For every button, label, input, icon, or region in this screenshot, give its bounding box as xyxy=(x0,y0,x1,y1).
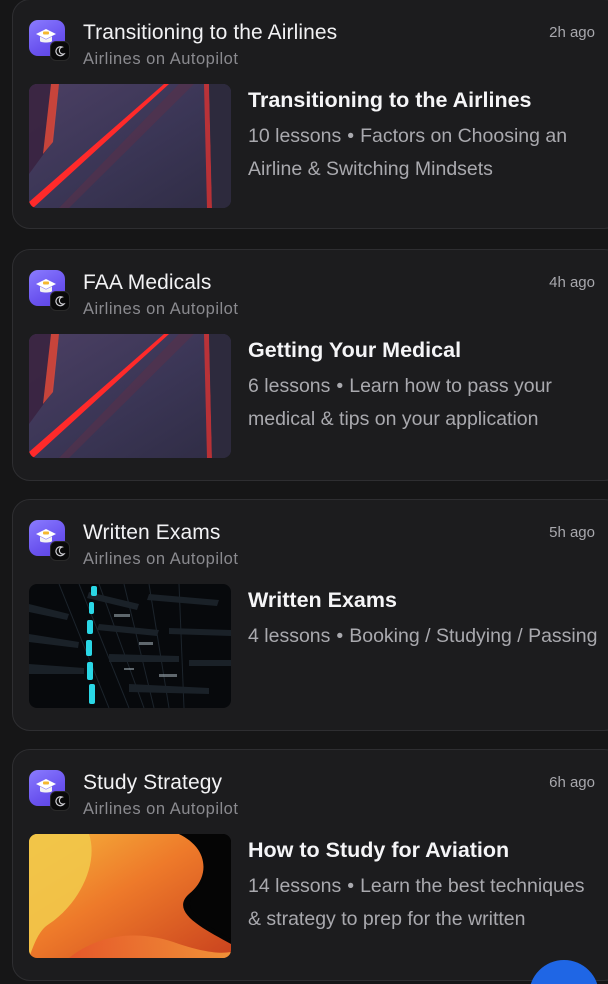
post-timestamp: 6h ago xyxy=(549,774,595,791)
separator-dot: • xyxy=(347,875,355,897)
app-icon[interactable] xyxy=(29,20,70,61)
moon-badge-icon xyxy=(50,541,70,561)
post-card[interactable]: Transitioning to the Airlines Airlines o… xyxy=(12,0,608,229)
post-timestamp: 4h ago xyxy=(549,274,595,291)
app-icon[interactable] xyxy=(29,520,70,561)
separator-dot: • xyxy=(336,625,344,647)
course-thumbnail[interactable] xyxy=(29,834,231,958)
post-author[interactable]: Airlines on Autopilot xyxy=(83,550,238,569)
lesson-count: 4 lessons xyxy=(248,625,331,647)
course-thumbnail[interactable] xyxy=(29,334,231,458)
post-title: FAA Medicals xyxy=(83,271,212,294)
course-thumbnail[interactable] xyxy=(29,584,231,708)
separator-dot: • xyxy=(347,125,355,147)
post-author[interactable]: Airlines on Autopilot xyxy=(83,50,238,69)
course-thumbnail[interactable] xyxy=(29,84,231,208)
lesson-count: 6 lessons xyxy=(248,375,331,397)
post-author[interactable]: Airlines on Autopilot xyxy=(83,300,238,319)
post-card[interactable]: FAA Medicals Airlines on Autopilot 4h ag… xyxy=(12,249,608,481)
course-title[interactable]: Written Exams xyxy=(248,588,397,613)
moon-badge-icon xyxy=(50,791,70,811)
separator-dot: • xyxy=(336,375,344,397)
course-title[interactable]: Getting Your Medical xyxy=(248,338,461,363)
post-card[interactable]: Written Exams Airlines on Autopilot 5h a… xyxy=(12,499,608,731)
post-card[interactable]: Study Strategy Airlines on Autopilot 6h … xyxy=(12,749,608,981)
course-summary: Booking / Studying / Passing xyxy=(349,625,598,647)
post-title: Study Strategy xyxy=(83,771,223,794)
app-icon[interactable] xyxy=(29,270,70,311)
feed: Transitioning to the Airlines Airlines o… xyxy=(0,0,608,984)
plus-icon: + xyxy=(559,980,574,984)
post-author[interactable]: Airlines on Autopilot xyxy=(83,800,238,819)
lesson-count: 10 lessons xyxy=(248,125,342,147)
app-icon[interactable] xyxy=(29,770,70,811)
course-description: 4 lessons • Booking / Studying / Passing xyxy=(248,620,598,653)
course-description: 10 lessons • Factors on Choosing an Airlin… xyxy=(248,120,598,185)
moon-badge-icon xyxy=(50,41,70,61)
lesson-count: 14 lessons xyxy=(248,875,342,897)
course-description: 14 lessons • Learn the best techniques & s… xyxy=(248,870,598,935)
post-timestamp: 5h ago xyxy=(549,524,595,541)
post-timestamp: 2h ago xyxy=(549,24,595,41)
moon-badge-icon xyxy=(50,291,70,311)
course-title[interactable]: How to Study for Aviation xyxy=(248,838,509,863)
post-title: Written Exams xyxy=(83,521,221,544)
course-title[interactable]: Transitioning to the Airlines xyxy=(248,88,532,113)
course-description: 6 lessons • Learn how to pass your medical… xyxy=(248,370,598,435)
post-title: Transitioning to the Airlines xyxy=(83,21,338,44)
